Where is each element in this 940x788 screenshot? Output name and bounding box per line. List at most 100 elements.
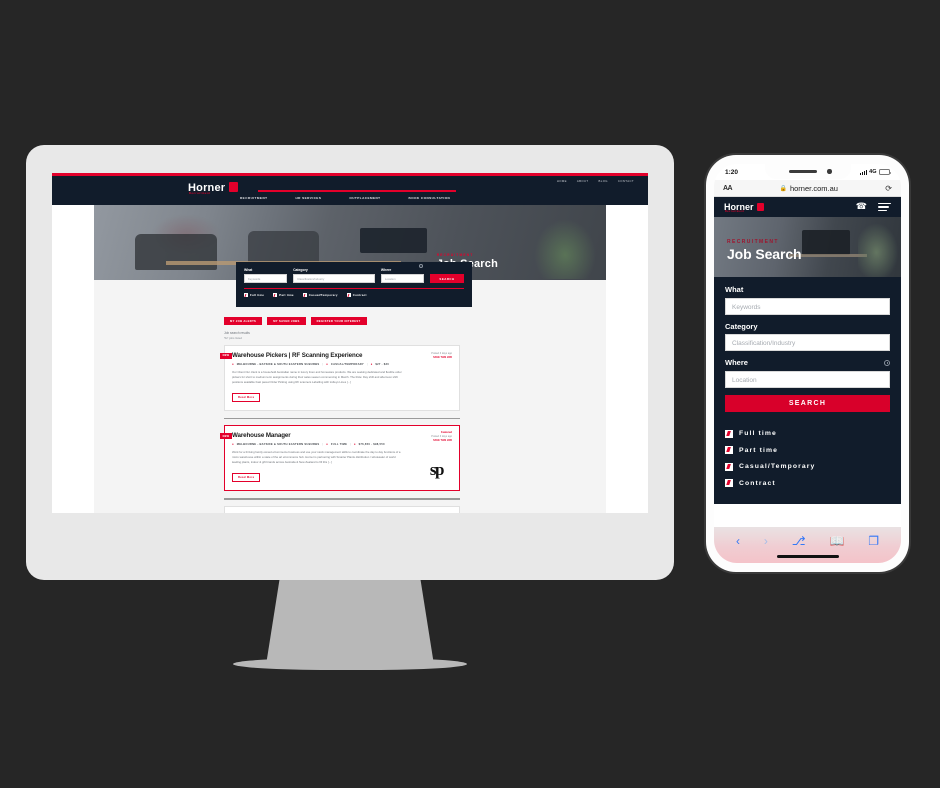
checkbox-icon[interactable] [725, 429, 733, 438]
monitor-screen: Horner Recruitment HOME ABOUT BLOG CONTA… [52, 173, 648, 513]
desktop-monitor: Horner Recruitment HOME ABOUT BLOG CONTA… [26, 145, 674, 580]
utility-nav: HOME ABOUT BLOG CONTACT [557, 179, 634, 183]
my-saved-jobs-button[interactable]: MY SAVED JOBS [267, 317, 306, 325]
read-more-button[interactable]: Read More [232, 472, 261, 482]
job-meta: ● MELBOURNE - BAYSIDE & SOUTH EASTERN SU… [232, 362, 452, 366]
mobile-job-type-filters: Full time Part time Casual/Temporary Con… [714, 420, 901, 504]
filter-full-time[interactable]: Full time [244, 293, 264, 298]
filter-part-time[interactable]: Part time [725, 446, 890, 454]
checkbox-icon[interactable] [302, 293, 307, 298]
job-card[interactable]: NEW Posted 3 days ago SAVE THIS JOB Cont… [224, 505, 460, 513]
clock-icon: ● [326, 362, 328, 366]
job-salary: $27 - $30 [375, 362, 390, 366]
filter-casual-temporary[interactable]: Casual/Temporary [725, 462, 890, 471]
mobile-navbar: Horner Recruitment ☎ [714, 197, 901, 217]
tabs-icon[interactable]: ❐ [868, 534, 879, 548]
where-label: Where [380, 268, 392, 272]
reload-icon[interactable]: ⟳ [885, 184, 892, 193]
job-card[interactable]: NEW Featured Posted 3 days ago SAVE THIS… [220, 425, 460, 491]
filter-full-time[interactable]: Full time [725, 429, 890, 438]
hamburger-icon[interactable] [878, 200, 891, 214]
url-display[interactable]: 🔒 horner.com.au [779, 184, 837, 193]
checkbox-icon[interactable] [346, 293, 351, 298]
search-divider [244, 288, 464, 290]
new-badge: NEW [220, 353, 232, 359]
logo-mark-icon [756, 203, 764, 211]
job-card-meta: Posted 3 days ago SAVE THIS JOB [431, 351, 452, 359]
filter-part-time[interactable]: Part time [273, 293, 294, 298]
network-label: 4G [869, 169, 877, 175]
job-location: MELBOURNE - BAYSIDE & SOUTH EASTERN SUBU… [236, 442, 320, 446]
my-job-alerts-button[interactable]: MY JOB ALERTS [224, 317, 263, 325]
save-job-link[interactable]: SAVE THIS JOB [431, 356, 452, 359]
lock-icon: 🔒 [779, 185, 787, 192]
hero-kicker: RECRUITMENT [436, 253, 474, 257]
phone-icon[interactable]: ☎ [856, 201, 867, 212]
page-title: Job Search [727, 246, 802, 262]
checkbox-icon[interactable] [725, 479, 733, 487]
filter-casual-temporary[interactable]: Casual/Temporary [302, 293, 338, 298]
filter-label: Part time [279, 293, 294, 298]
browser-address-bar[interactable]: AA 🔒 horner.com.au ⟳ [714, 180, 901, 197]
what-label: What [244, 268, 253, 272]
checkbox-icon[interactable] [725, 462, 733, 471]
filter-contract[interactable]: Contract [346, 293, 367, 298]
main-nav: RECRUITMENT HR SERVICES OUTPLACEMENT BOO… [240, 196, 450, 200]
category-label: Category [293, 268, 308, 272]
share-icon[interactable]: ⎇ [792, 534, 806, 548]
signal-icon [860, 169, 867, 175]
forward-icon: › [763, 534, 768, 548]
wallet-icon: ● [370, 362, 373, 366]
register-your-interest-button[interactable]: REGISTER YOUR INTEREST [310, 317, 367, 325]
utility-nav-item-2[interactable]: BLOG [599, 179, 608, 183]
text-size-button[interactable]: AA [723, 185, 733, 192]
pin-icon: ● [232, 362, 234, 366]
monitor-stand-neck [266, 580, 434, 665]
job-card[interactable]: NEW Posted 3 days ago SAVE THIS JOB Ware… [220, 345, 460, 411]
checkbox-icon[interactable] [273, 293, 278, 298]
filter-contract[interactable]: Contract [725, 479, 890, 487]
utility-nav-item-1[interactable]: ABOUT [577, 179, 589, 183]
where-field-group: Where Location [380, 264, 424, 283]
what-input[interactable]: Keywords [244, 274, 288, 283]
save-job-link[interactable]: SAVE THIS JOB [431, 439, 452, 442]
job-title[interactable]: Warehouse Pickers | RF Scanning Experien… [232, 352, 452, 359]
status-indicators: 4G [860, 169, 891, 175]
job-title[interactable]: Warehouse Manager [232, 432, 452, 439]
status-time: 1:20 [725, 168, 739, 176]
checkbox-icon[interactable] [244, 293, 248, 298]
url-text: horner.com.au [789, 183, 838, 193]
search-button[interactable]: SEARCH [725, 394, 890, 412]
hero-kicker: RECRUITMENT [727, 239, 779, 245]
geolocation-icon[interactable] [884, 359, 890, 366]
what-label: What [725, 285, 744, 294]
utility-nav-item-3[interactable]: CONTACT [618, 179, 634, 183]
back-icon[interactable]: ‹ [736, 534, 740, 548]
main-nav-item-2[interactable]: OUTPLACEMENT [349, 196, 380, 200]
mobile-logo[interactable]: Horner Recruitment [724, 202, 764, 213]
site-logo[interactable]: Horner Recruitment [188, 182, 239, 195]
job-salary: $76,650 - $98,550 [358, 442, 385, 446]
category-input[interactable]: Classification/Industry [725, 334, 890, 351]
main-nav-item-3[interactable]: BOOK CONSULTATION [409, 196, 451, 200]
client-logo: sp [429, 459, 445, 479]
category-input[interactable]: Classification/Industry [293, 274, 375, 283]
mobile-hero-text: RECRUITMENT Job Search [727, 239, 802, 262]
main-nav-item-1[interactable]: HR SERVICES [295, 196, 321, 200]
earpiece-speaker [788, 169, 817, 173]
featured-label: Featured [441, 431, 452, 435]
where-input[interactable]: Location [380, 274, 424, 283]
canvas: Horner Recruitment HOME ABOUT BLOG CONTA… [0, 0, 940, 788]
utility-nav-item-0[interactable]: HOME [557, 179, 567, 183]
main-nav-item-0[interactable]: RECRUITMENT [240, 196, 267, 200]
safari-toolbar: ‹ › ⎇ 📖 ❐ [714, 527, 901, 563]
checkbox-icon[interactable] [725, 446, 733, 454]
job-search-panel: What Keywords Category Classification/In… [236, 262, 472, 307]
where-input[interactable]: Location [725, 370, 890, 388]
geolocation-icon[interactable] [419, 264, 423, 268]
read-more-button[interactable]: Read More [232, 392, 261, 402]
results-divider [224, 417, 460, 420]
book-icon[interactable]: 📖 [829, 534, 844, 548]
search-button[interactable]: SEARCH [430, 274, 464, 283]
what-input[interactable]: Keywords [725, 297, 890, 315]
